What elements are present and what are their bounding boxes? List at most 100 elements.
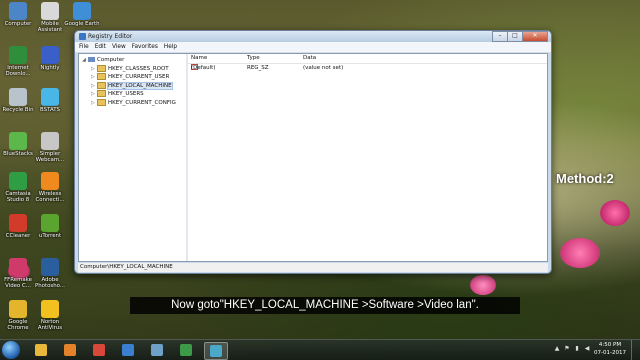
app-icon [41,2,59,20]
value-name: (Default) [191,65,216,71]
minimize-button[interactable]: – [492,31,508,42]
desktop-icon-label: uTorrent [38,233,62,239]
video-caption: Now goto"HKEY_LOCAL_MACHINE >Software >V… [130,297,520,314]
camtasia-icon [180,344,192,356]
list-header: Name Type Data [188,54,547,64]
value-type: REG_SZ [247,65,269,71]
ie-icon [122,344,134,356]
desktop-icon[interactable]: Wireless Connecti... [30,172,70,203]
app-icon [9,172,27,190]
computer-icon [88,57,95,62]
tree-label: HKEY_CURRENT_USER [108,74,170,80]
column-header-data[interactable]: Data [303,54,316,63]
desktop-icon[interactable]: Simpler Webcam... [30,132,70,163]
values-list: Name Type Data (Default) REG_SZ (value n… [188,54,547,261]
client-area: ◢ Computer ▷ HKEY_CLASSES_ROOT ▷ HKEY_CURRE… [78,53,548,262]
wallpaper-flower [600,200,630,226]
tree-label: HKEY_CURRENT_CONFIG [108,99,176,106]
column-header-type[interactable]: Type [247,54,260,63]
folder-icon [97,64,106,72]
method-label: Method:2 [556,171,614,186]
app-icon [41,132,59,150]
folder-icon [97,90,106,97]
volume-icon[interactable]: ◀ [584,346,590,352]
app-icon [9,88,27,106]
desktop-icon-label: Wireless Connecti... [35,191,65,204]
desktop-icon[interactable]: Adobe Photosho... [30,258,70,289]
close-button[interactable]: ✕ [522,31,548,42]
menu-file[interactable]: File [79,42,89,52]
menu-help[interactable]: Help [164,42,177,52]
registry-editor-window: Registry Editor – □ ✕ File Edit View Fav… [74,30,552,274]
title-bar[interactable]: Registry Editor – □ ✕ [75,31,551,42]
tree-label: HKEY_LOCAL_MACHINE [107,81,173,90]
tree-label: Computer [97,57,125,63]
taskbar-app-registry[interactable] [204,342,228,360]
desktop-icon[interactable]: Google Earth [62,2,102,27]
app-icon [41,300,59,318]
window-title: Registry Editor [88,32,133,40]
folder-icon [97,98,106,106]
column-header-name[interactable]: Name [191,54,207,63]
clock-time: 4:50 PM [598,342,622,348]
wallpaper-flower [470,275,496,295]
flag-icon[interactable]: ⚑ [564,346,570,352]
taskbar-app-media-player[interactable] [59,342,81,358]
taskbar-app-explorer[interactable] [30,342,52,358]
clock-date: 07-01-2017 [594,349,626,356]
app-icon [9,46,27,64]
tree-label: HKEY_USERS [108,91,144,97]
desktop-icon[interactable]: Nightly [30,46,70,71]
status-bar: Computer\HKEY_LOCAL_MACHINE [78,263,548,272]
registry-tree: ◢ Computer ▷ HKEY_CLASSES_ROOT ▷ HKEY_CURRE… [79,54,188,261]
desktop-icon-label: Adobe Photosho... [35,277,65,290]
menu-view[interactable]: View [112,42,126,52]
folder-icon [97,73,106,80]
system-tray: ▲ ⚑ ▮ ◀ 4:50 PM 07-01-2017 [550,340,640,360]
media-player-icon [64,344,76,356]
app-icon [41,172,59,190]
tree-item-hkey-local-machine[interactable]: ▷ HKEY_LOCAL_MACHINE [91,81,173,90]
app-icon [73,2,91,20]
list-row[interactable]: (Default) REG_SZ (value not set) [188,64,547,73]
screen-capture-icon [151,344,163,356]
desktop-icon-label: Norton AntiVirus [37,319,63,332]
taskbar-app-camtasia[interactable] [175,342,197,358]
desktop-icon-label: BSTATS [40,107,60,113]
menu-edit[interactable]: Edit [95,42,106,52]
tree-item-hkey-classes-root[interactable]: ▷ HKEY_CLASSES_ROOT [91,64,169,73]
menu-bar: File Edit View Favorites Help [75,42,551,53]
app-icon [41,214,59,232]
app-icon [41,46,59,64]
desktop-icon[interactable]: uTorrent [30,214,70,239]
tree-item-computer[interactable]: ◢ Computer [82,56,124,64]
registry-app-icon [79,33,86,40]
desktop-icon[interactable]: BSTATS [30,88,70,113]
show-hidden-icons-icon[interactable]: ▲ [554,346,560,352]
app-icon [9,132,27,150]
desktop-icon-label: Google Earth [64,21,100,27]
start-button[interactable] [2,341,20,359]
desktop-icon[interactable]: Norton AntiVirus [30,300,70,331]
app-icon [41,88,59,106]
registry-icon [210,345,222,357]
folder-icon [97,81,106,89]
network-icon[interactable]: ▮ [574,346,580,352]
app-icon [41,258,59,276]
clock[interactable]: 4:50 PM 07-01-2017 [594,342,626,357]
show-desktop-button[interactable] [631,340,640,360]
taskbar-app-screen-capture[interactable] [146,342,168,358]
taskbar-app-chrome[interactable] [88,342,110,358]
menu-favorites[interactable]: Favorites [132,42,158,52]
maximize-button[interactable]: □ [507,31,523,42]
app-icon [9,2,27,20]
app-icon [9,258,27,276]
tree-item-hkey-current-user[interactable]: ▷ HKEY_CURRENT_USER [91,73,169,81]
desktop-icon-label: Nightly [40,65,60,71]
tree-label: HKEY_CLASSES_ROOT [108,65,169,72]
taskbar-app-ie[interactable] [117,342,139,358]
tree-item-hkey-users[interactable]: ▷ HKEY_USERS [91,90,144,98]
value-data: (value not set) [303,65,344,71]
tree-item-hkey-current-config[interactable]: ▷ HKEY_CURRENT_CONFIG [91,98,176,107]
desktop-icon-label: Simpler Webcam... [35,151,65,164]
